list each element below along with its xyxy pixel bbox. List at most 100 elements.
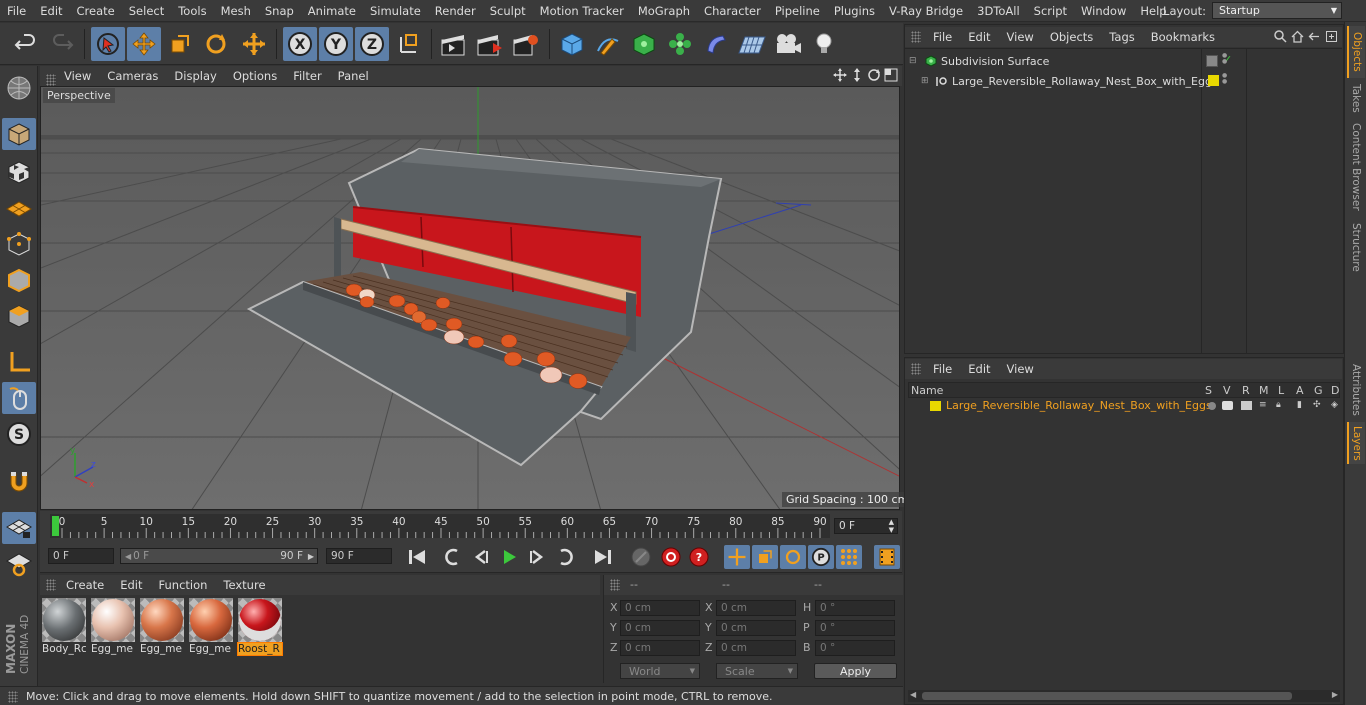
maximize-view-icon[interactable] — [884, 68, 898, 82]
redo-button[interactable] — [45, 27, 79, 61]
prev-key-button[interactable] — [440, 545, 466, 569]
manager-icon[interactable]: ≡ — [1259, 400, 1267, 410]
apply-button[interactable]: Apply — [814, 663, 897, 679]
panel-grip-icon[interactable] — [610, 579, 620, 591]
ly-menu-file[interactable]: File — [925, 362, 960, 376]
motion-record-button[interactable] — [628, 545, 654, 569]
z-axis-lock-button[interactable]: Z — [355, 27, 389, 61]
position-y-field[interactable]: 0 cm — [620, 620, 700, 636]
tab-content-browser[interactable]: Content Browser — [1347, 118, 1365, 216]
key-parameter-button[interactable]: P — [808, 545, 834, 569]
key-point-level-button[interactable] — [836, 545, 862, 569]
current-frame-field[interactable]: 0 F ▲ ▼ — [834, 518, 898, 534]
col-manager[interactable]: M — [1259, 384, 1269, 397]
col-solo[interactable]: S — [1205, 384, 1212, 397]
goto-start-button[interactable] — [404, 545, 430, 569]
add-spline-pen-button[interactable] — [591, 27, 625, 61]
menu-sculpt[interactable]: Sculpt — [483, 4, 533, 18]
tab-structure[interactable]: Structure — [1347, 220, 1365, 274]
deformer-icon[interactable]: ◈ — [1331, 400, 1338, 410]
zoom-icon[interactable] — [850, 68, 864, 82]
solo-mode-button[interactable]: S — [2, 418, 36, 450]
axis-mode-button[interactable] — [2, 346, 36, 378]
scroll-right-arrow-icon[interactable]: ▶ — [1332, 690, 1338, 699]
eye-icon[interactable] — [1222, 401, 1233, 410]
y-axis-lock-button[interactable]: Y — [319, 27, 353, 61]
om-menu-edit[interactable]: Edit — [960, 30, 998, 44]
vp-menu-cameras[interactable]: Cameras — [99, 69, 166, 83]
menu-pipeline[interactable]: Pipeline — [768, 4, 827, 18]
position-x-field[interactable]: 0 cm — [620, 600, 700, 616]
move-tool-button[interactable] — [127, 27, 161, 61]
menu-window[interactable]: Window — [1074, 4, 1133, 18]
tab-layers[interactable]: Layers — [1347, 422, 1365, 464]
texture-mode-button[interactable] — [2, 156, 36, 188]
add-cube-button[interactable] — [555, 27, 589, 61]
menu-select[interactable]: Select — [122, 4, 171, 18]
new-window-icon[interactable] — [1325, 30, 1338, 43]
scroll-left-arrow-icon[interactable]: ◀ — [910, 690, 916, 699]
add-environment-button[interactable] — [735, 27, 769, 61]
om-menu-view[interactable]: View — [999, 30, 1042, 44]
col-visible[interactable]: V — [1223, 384, 1231, 397]
prev-frame-button[interactable] — [468, 545, 494, 569]
x-axis-lock-button[interactable]: X — [283, 27, 317, 61]
size-y-field[interactable]: 0 cm — [716, 620, 796, 636]
mat-menu-create[interactable]: Create — [58, 578, 112, 592]
timeline-ruler[interactable]: 0 5 10 15 20 25 30 35 40 45 50 55 60 65 70 75 80 85 90 — [50, 514, 830, 538]
tab-attributes[interactable]: Attributes — [1347, 362, 1365, 418]
vp-menu-view[interactable]: View — [56, 69, 99, 83]
col-deformers[interactable]: D — [1331, 384, 1339, 397]
menu-plugins[interactable]: Plugins — [827, 4, 882, 18]
panel-grip-icon[interactable] — [911, 31, 921, 43]
key-scale-button[interactable] — [752, 545, 778, 569]
key-rotation-button[interactable] — [780, 545, 806, 569]
start-frame-field[interactable]: 0 F — [48, 548, 114, 564]
menu-render[interactable]: Render — [428, 4, 483, 18]
size-x-field[interactable]: 0 cm — [716, 600, 796, 616]
edge-mode-button[interactable] — [2, 264, 36, 296]
col-animation[interactable]: A — [1296, 384, 1304, 397]
panel-grip-icon[interactable] — [46, 579, 56, 591]
size-z-field[interactable]: 0 cm — [716, 640, 796, 656]
scale-tool-button[interactable] — [163, 27, 197, 61]
vp-menu-filter[interactable]: Filter — [285, 69, 329, 83]
ly-menu-view[interactable]: View — [999, 362, 1042, 376]
mat-menu-function[interactable]: Function — [151, 578, 216, 592]
render-clapboard-icon[interactable] — [1241, 401, 1252, 410]
layer-color-swatch[interactable] — [930, 401, 941, 411]
tree-collapse-icon[interactable]: ⊟ — [909, 56, 917, 66]
add-light-button[interactable] — [807, 27, 841, 61]
mat-menu-texture[interactable]: Texture — [215, 578, 273, 592]
panel-grip-icon[interactable] — [911, 363, 921, 375]
col-render[interactable]: R — [1242, 384, 1250, 397]
animation-film-icon[interactable]: ▮ — [1297, 400, 1302, 410]
rotation-p-field[interactable]: 0 ° — [815, 620, 895, 636]
tab-objects[interactable]: Objects — [1347, 26, 1365, 78]
panel-grip-icon[interactable] — [46, 74, 56, 86]
menu-tools[interactable]: Tools — [171, 4, 213, 18]
ly-menu-edit[interactable]: Edit — [960, 362, 998, 376]
size-mode-dropdown[interactable]: Scale ▼ — [716, 663, 798, 679]
undo-button[interactable] — [9, 27, 43, 61]
point-mode-button[interactable] — [2, 228, 36, 260]
back-arrow-icon[interactable] — [1308, 30, 1321, 43]
mat-menu-edit[interactable]: Edit — [112, 578, 150, 592]
tab-takes[interactable]: Takes — [1347, 82, 1365, 114]
add-camera-button[interactable] — [771, 27, 805, 61]
render-picture-viewer-button[interactable] — [472, 27, 506, 61]
menu-vray-bridge[interactable]: V-Ray Bridge — [882, 4, 970, 18]
position-z-field[interactable]: 0 cm — [620, 640, 700, 656]
live-selection-button[interactable] — [91, 27, 125, 61]
vp-menu-options[interactable]: Options — [225, 69, 285, 83]
material-slot[interactable]: Body_Rc — [42, 598, 86, 656]
add-mograph-button[interactable] — [663, 27, 697, 61]
model-mode-button[interactable] — [2, 118, 36, 150]
menu-motion-tracker[interactable]: Motion Tracker — [533, 4, 631, 18]
om-menu-objects[interactable]: Objects — [1042, 30, 1101, 44]
menu-snap[interactable]: Snap — [258, 4, 301, 18]
autokey-button[interactable]: ? — [686, 545, 712, 569]
om-menu-bookmarks[interactable]: Bookmarks — [1143, 30, 1223, 44]
record-active-objects-button[interactable] — [658, 545, 684, 569]
workplane-lock-button[interactable] — [2, 512, 36, 544]
